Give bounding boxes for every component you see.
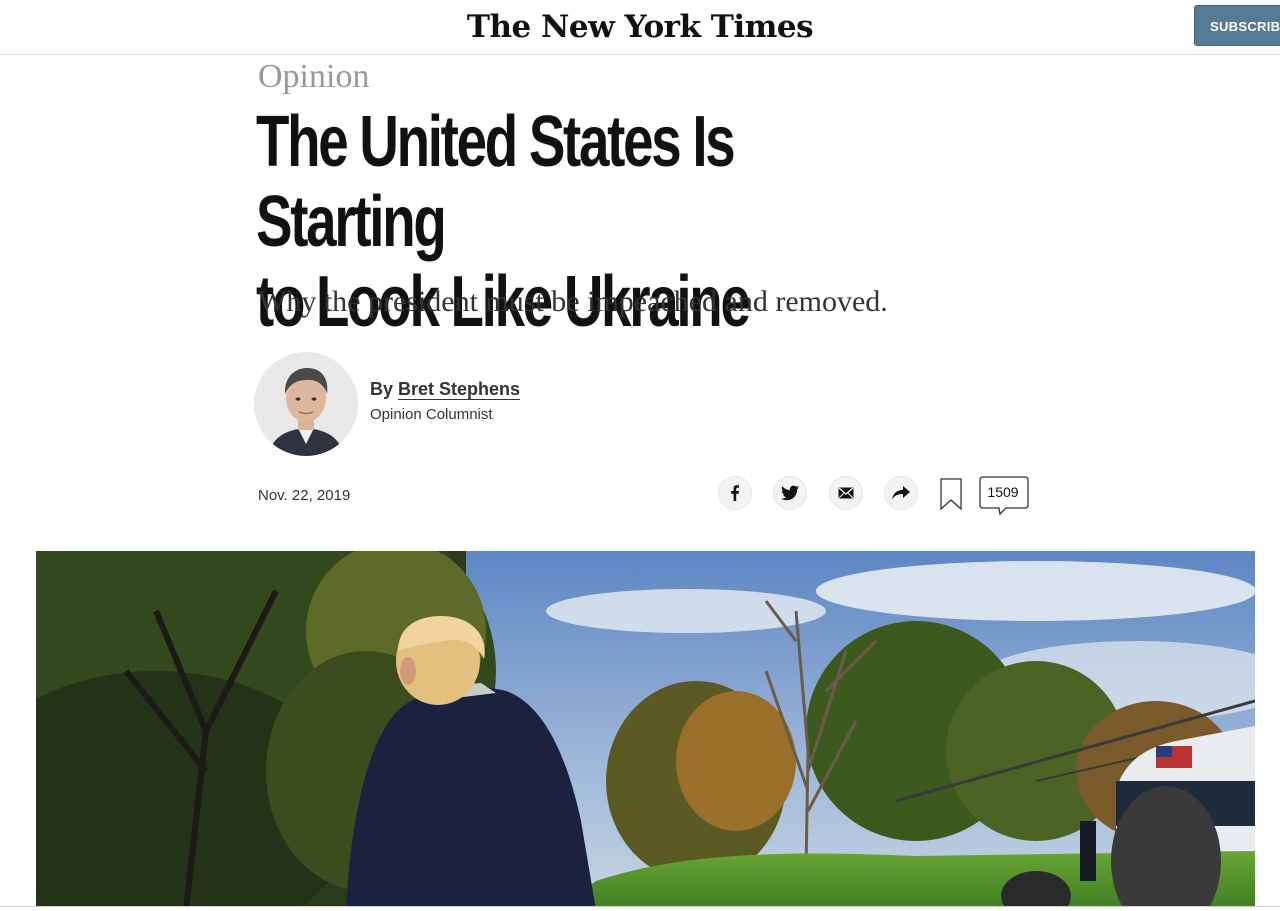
hero-photo	[36, 551, 1255, 910]
article-summary: Why the president must be impeached and …	[258, 285, 888, 318]
byline: By Bret Stephens	[370, 377, 521, 401]
hero-photo-illustration	[36, 551, 1255, 910]
top-bar: The New York Times SUBSCRIBE	[0, 0, 1280, 55]
page-divider	[0, 906, 1280, 911]
facebook-share-button[interactable]	[718, 476, 752, 510]
twitter-icon	[781, 485, 799, 501]
masthead-logo[interactable]: The New York Times	[0, 6, 1280, 48]
byline-prefix: By	[370, 379, 394, 399]
email-icon	[838, 487, 854, 499]
share-icon	[892, 486, 910, 500]
comment-count: 1509	[987, 484, 1019, 500]
bookmark-icon	[940, 478, 962, 511]
facebook-icon	[731, 485, 739, 501]
author-avatar[interactable]	[254, 352, 358, 456]
author-portrait-icon	[254, 352, 358, 456]
author-link[interactable]: Bret Stephens	[398, 379, 521, 400]
more-share-button[interactable]	[884, 476, 918, 510]
save-bookmark-button[interactable]	[940, 478, 962, 515]
author-role: Opinion Columnist	[370, 406, 493, 423]
section-kicker[interactable]: Opinion	[258, 56, 369, 98]
email-share-button[interactable]	[829, 476, 863, 510]
subscribe-button[interactable]: SUBSCRIBE	[1194, 5, 1280, 46]
headline-line-1: The United States Is Starting	[256, 102, 736, 262]
publish-date: Nov. 22, 2019	[258, 487, 351, 504]
twitter-share-button[interactable]	[773, 476, 807, 510]
